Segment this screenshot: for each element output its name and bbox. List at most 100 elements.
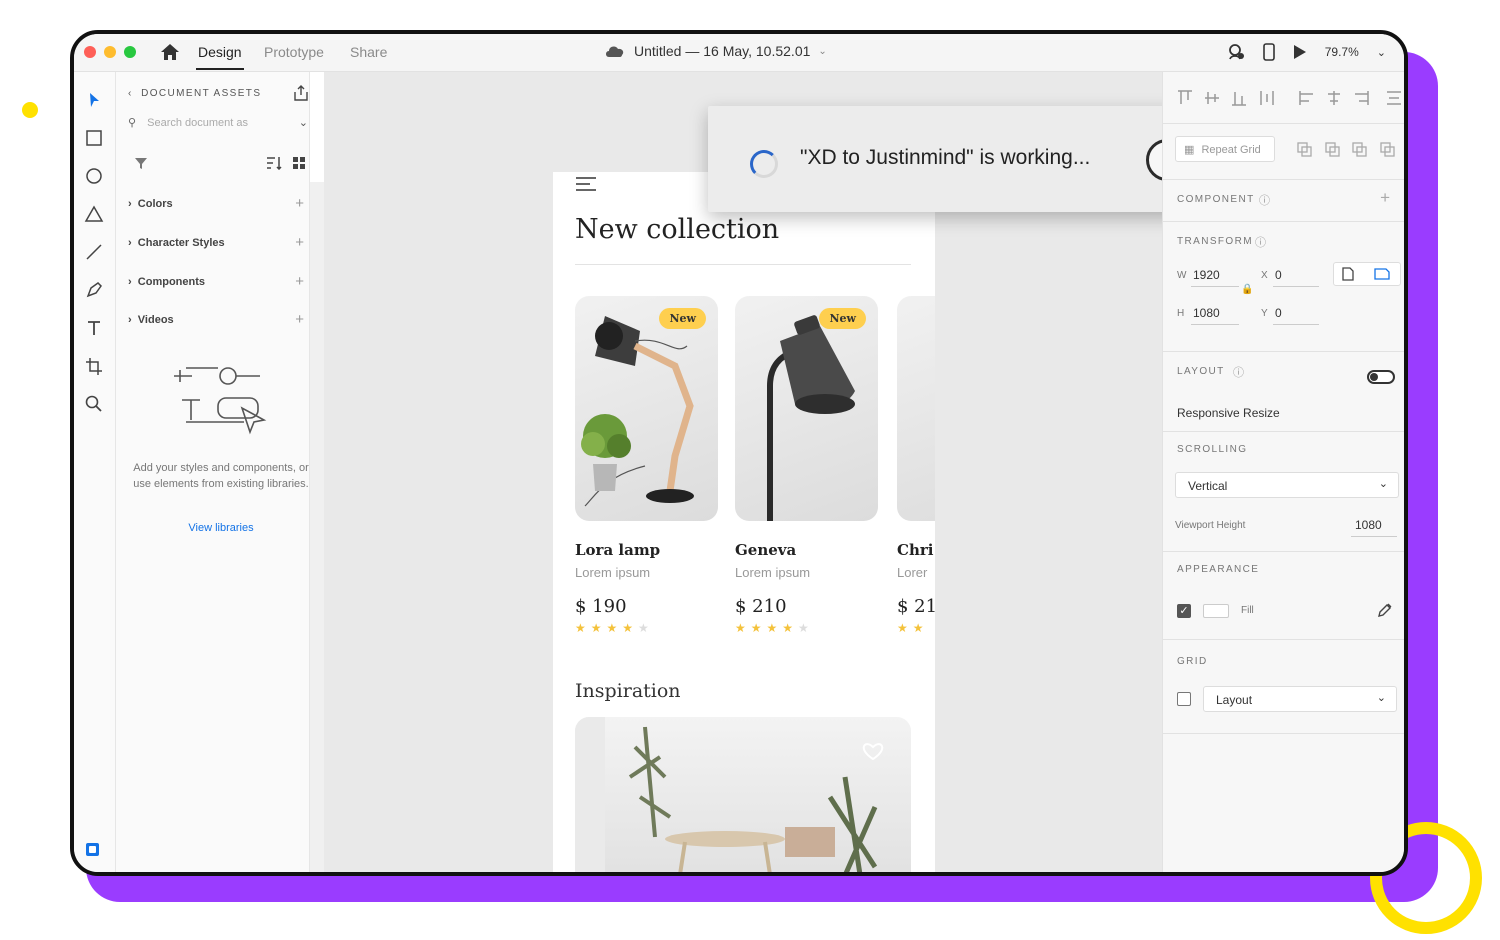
plugin-progress-message: "XD to Justinmind" is working... [800, 146, 1091, 169]
transform-label: TRANSFORM [1177, 236, 1253, 247]
x-field[interactable]: 0 [1275, 268, 1282, 282]
expand-chevron-icon: › [128, 198, 138, 210]
info-icon[interactable]: ⓘ [1259, 192, 1270, 208]
lock-aspect-icon[interactable]: 🔒 [1241, 284, 1253, 295]
play-icon[interactable] [1293, 44, 1307, 60]
product-price: $ 21( [897, 596, 935, 617]
viewport-height-label: Viewport Height [1175, 520, 1246, 531]
repeat-grid-label: Repeat Grid [1201, 144, 1261, 156]
scrolling-select[interactable]: Vertical ⌄ [1175, 472, 1399, 498]
hamburger-menu-icon [576, 177, 596, 191]
inspiration-image [575, 717, 911, 872]
minimize-window-button[interactable] [104, 46, 116, 58]
width-field[interactable]: 1920 [1193, 268, 1220, 282]
grid-view-icon[interactable] [292, 156, 306, 170]
assets-item-label: Components [137, 276, 206, 288]
add-component-icon[interactable]: + [1380, 188, 1390, 208]
select-tool-icon[interactable] [84, 90, 104, 110]
fill-checkbox[interactable]: ✓ [1177, 604, 1191, 618]
home-icon[interactable] [160, 43, 180, 61]
close-window-button[interactable] [84, 46, 96, 58]
user-feedback-icon[interactable] [1227, 43, 1245, 61]
grid-checkbox[interactable] [1177, 692, 1191, 706]
back-chevron-icon[interactable]: ‹ [128, 88, 137, 99]
repeat-grid-button[interactable]: ▦ Repeat Grid [1175, 136, 1275, 162]
document-title[interactable]: Untitled — 16 May, 10.52.01 ⌄ [604, 43, 827, 59]
polygon-tool-icon[interactable] [84, 204, 104, 224]
assets-header-label: DOCUMENT ASSETS [141, 88, 262, 99]
viewport-height-field[interactable]: 1080 [1355, 518, 1382, 532]
info-icon[interactable]: ⓘ [1255, 234, 1266, 250]
add-icon[interactable]: + [295, 273, 304, 290]
y-field[interactable]: 0 [1275, 306, 1282, 320]
boolean-operation-icons[interactable] [1297, 142, 1407, 158]
plugins-icon[interactable] [84, 840, 102, 858]
list-view-icon[interactable] [266, 156, 282, 170]
view-libraries-link[interactable]: View libraries [128, 522, 314, 534]
artboard-tool-icon[interactable] [84, 356, 104, 376]
add-icon[interactable]: + [295, 311, 304, 328]
maximize-window-button[interactable] [124, 46, 136, 58]
eyedropper-icon[interactable] [1377, 602, 1393, 618]
text-tool-icon[interactable] [84, 318, 104, 338]
orientation-toggle[interactable] [1333, 262, 1401, 286]
landscape-icon[interactable] [1374, 268, 1390, 280]
search-placeholder: Search document as [147, 117, 249, 129]
info-icon[interactable]: ⓘ [1233, 364, 1244, 380]
add-icon[interactable]: + [295, 234, 304, 251]
document-title-text: Untitled — 16 May, 10.52.01 [634, 43, 811, 59]
zoom-tool-icon[interactable] [84, 394, 104, 414]
cloud-icon [606, 46, 624, 57]
product-image: New [575, 296, 718, 521]
artboard[interactable]: New collection New Lora lamp Lorem ipsum… [553, 172, 935, 872]
repeat-grid-section: ▦ Repeat Grid [1163, 124, 1404, 180]
scrolling-label: SCROLLING [1177, 444, 1248, 455]
transform-section: TRANSFORM ⓘ W 1920 H 1080 🔒 X 0 Y 0 [1163, 222, 1404, 352]
search-dropdown-chevron-icon[interactable]: ⌄ [299, 116, 308, 129]
device-preview-icon[interactable] [1262, 43, 1275, 61]
assets-item-colors[interactable]: › Colors + [128, 195, 304, 212]
responsive-resize-label: Responsive Resize [1177, 406, 1280, 420]
assets-search-input[interactable]: ⚲ Search document as ⌄ [128, 116, 308, 138]
height-field[interactable]: 1080 [1193, 306, 1220, 320]
decorative-yellow-dot [22, 102, 38, 118]
new-badge: New [819, 308, 866, 329]
section-title: Inspiration [575, 680, 681, 702]
zoom-level[interactable]: 79.7% [1325, 45, 1359, 59]
assets-item-components[interactable]: › Components + [128, 273, 304, 290]
design-canvas[interactable]: New collection New Lora lamp Lorem ipsum… [324, 72, 1270, 872]
ellipse-tool-icon[interactable] [84, 166, 104, 186]
zoom-chevron-icon[interactable]: ⌄ [1377, 46, 1386, 59]
responsive-resize-toggle[interactable] [1367, 370, 1395, 384]
expand-chevron-icon: › [128, 276, 138, 288]
title-bar: Design Prototype Share Untitled — 16 May… [74, 34, 1404, 72]
grid-type-select[interactable]: Layout ⌄ [1203, 686, 1397, 712]
add-icon[interactable]: + [295, 195, 304, 212]
expand-chevron-icon: › [128, 237, 138, 249]
desk-lamp-illustration [581, 316, 694, 507]
tab-share[interactable]: Share [350, 44, 387, 60]
tab-prototype[interactable]: Prototype [264, 44, 324, 60]
filter-icon[interactable] [134, 156, 148, 170]
assets-scrollbar[interactable] [310, 182, 324, 872]
assets-empty-message: Add your styles and components, or use e… [133, 462, 309, 490]
product-card: New Geneva Lorem ipsum $ 210 ★★★★★ [735, 296, 878, 635]
horizontal-align-icons[interactable] [1299, 90, 1403, 106]
vertical-align-icons[interactable] [1177, 90, 1281, 106]
tab-design[interactable]: Design [198, 44, 242, 60]
share-export-icon[interactable] [292, 84, 310, 102]
assets-item-videos[interactable]: › Videos + [128, 311, 304, 328]
fill-color-swatch[interactable] [1203, 604, 1229, 618]
portrait-icon[interactable] [1342, 267, 1354, 281]
artboard-title: New collection [575, 214, 780, 245]
product-image [897, 296, 935, 521]
assets-item-character-styles[interactable]: › Character Styles + [128, 234, 304, 251]
product-price: $ 210 [735, 596, 787, 617]
layout-label: LAYOUT [1177, 366, 1225, 377]
pen-tool-icon[interactable] [84, 280, 104, 300]
assets-empty-illustration [174, 367, 267, 435]
line-tool-icon[interactable] [84, 242, 104, 262]
grid-type-value: Layout [1216, 693, 1253, 707]
rectangle-tool-icon[interactable] [84, 128, 104, 148]
scrolling-section: SCROLLING Vertical ⌄ Viewport Height 108… [1163, 432, 1404, 552]
